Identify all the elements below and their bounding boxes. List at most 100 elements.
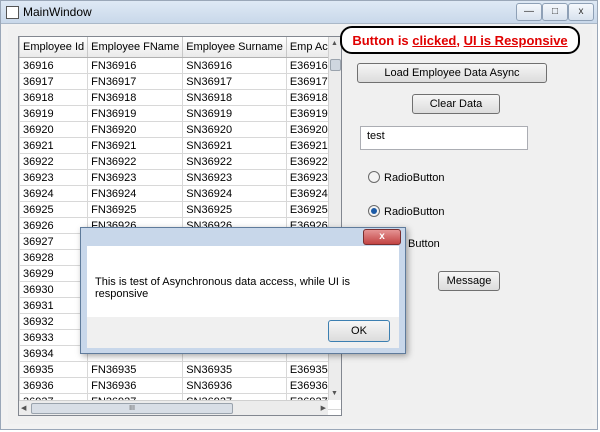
table-cell[interactable]: 36925	[19, 201, 89, 218]
banner-part-clicked: clicked	[412, 33, 457, 48]
table-cell[interactable]: 36920	[19, 121, 89, 138]
table-cell[interactable]: SN36936	[182, 377, 287, 394]
app-icon	[6, 6, 19, 19]
window-title: MainWindow	[23, 5, 92, 19]
table-cell[interactable]: FN36919	[87, 105, 184, 122]
table-row[interactable]: 36935 FN36935 SN36935 E36935	[19, 361, 341, 378]
scroll-right-icon[interactable]: ▶	[321, 404, 326, 412]
status-banner: Button is clicked, UI is Responsive	[340, 26, 580, 54]
table-cell[interactable]: FN36922	[87, 153, 184, 170]
table-cell[interactable]: 36919	[19, 105, 89, 122]
radio-option-3-label[interactable]: Button	[408, 238, 440, 250]
table-row[interactable]: 36924 FN36924 SN36924 E36924	[19, 185, 341, 202]
table-cell[interactable]: SN36919	[182, 105, 287, 122]
banner-part-3: ,	[456, 33, 464, 48]
table-cell[interactable]: SN36923	[182, 169, 287, 186]
horizontal-scrollbar[interactable]: ◀ III ▶	[19, 400, 328, 415]
message-dialog: x This is test of Asynchronous data acce…	[80, 227, 406, 354]
scroll-left-icon[interactable]: ◀	[21, 404, 26, 412]
column-header-employee-surname[interactable]: Employee Surname	[182, 37, 287, 58]
table-cell[interactable]: 36935	[19, 361, 89, 378]
table-cell[interactable]: FN36918	[87, 89, 184, 106]
maximize-button[interactable]: □	[542, 3, 568, 21]
table-cell[interactable]: FN36925	[87, 201, 184, 218]
text-input[interactable]: test	[360, 126, 528, 150]
radio-unchecked-icon	[368, 171, 380, 183]
table-cell[interactable]: 36934	[19, 345, 89, 362]
table-cell[interactable]: SN36925	[182, 201, 287, 218]
table-cell[interactable]: SN36916	[182, 57, 287, 74]
banner-part-1: Button is	[352, 33, 413, 48]
table-cell[interactable]: 36930	[19, 281, 89, 298]
table-cell[interactable]: 36929	[19, 265, 89, 282]
horizontal-scroll-thumb[interactable]: III	[31, 403, 233, 414]
table-cell[interactable]: 36918	[19, 89, 89, 106]
table-cell[interactable]: SN36924	[182, 185, 287, 202]
table-cell[interactable]: FN36924	[87, 185, 184, 202]
table-cell[interactable]: 36923	[19, 169, 89, 186]
close-button[interactable]: x	[568, 3, 594, 21]
table-row[interactable]: 36916 FN36916 SN36916 E36916	[19, 57, 341, 74]
table-cell[interactable]: SN36935	[182, 361, 287, 378]
table-cell[interactable]: SN36917	[182, 73, 287, 90]
table-cell[interactable]: 36931	[19, 297, 89, 314]
table-cell[interactable]: FN36936	[87, 377, 184, 394]
table-cell[interactable]: 36922	[19, 153, 89, 170]
column-header-employee-fname[interactable]: Employee FName	[87, 37, 184, 58]
scroll-up-icon[interactable]: ▲	[331, 40, 338, 47]
table-cell[interactable]: SN36920	[182, 121, 287, 138]
table-cell[interactable]: 36926	[19, 217, 89, 234]
table-row[interactable]: 36918 FN36918 SN36918 E36918	[19, 89, 341, 106]
radio-option-2-label: RadioButton	[384, 206, 445, 218]
radio-option-1-label: RadioButton	[384, 172, 445, 184]
clear-data-button[interactable]: Clear Data	[412, 94, 500, 114]
table-row[interactable]: 36923 FN36923 SN36923 E36923	[19, 169, 341, 186]
vertical-scroll-thumb[interactable]	[330, 59, 341, 71]
table-cell[interactable]: 36932	[19, 313, 89, 330]
load-employee-data-button[interactable]: Load Employee Data Async	[357, 63, 547, 83]
table-cell[interactable]: SN36922	[182, 153, 287, 170]
table-row[interactable]: 36936 FN36936 SN36936 E36936	[19, 377, 341, 394]
table-cell[interactable]: 36917	[19, 73, 89, 90]
table-cell[interactable]: FN36920	[87, 121, 184, 138]
table-cell[interactable]: 36933	[19, 329, 89, 346]
table-row[interactable]: 36921 FN36921 SN36921 E36921	[19, 137, 341, 154]
table-cell[interactable]: 36928	[19, 249, 89, 266]
table-cell[interactable]: FN36921	[87, 137, 184, 154]
main-window: MainWindow — □ x Employee Id Employee FN…	[0, 0, 598, 430]
dialog-footer: OK	[87, 317, 399, 348]
table-row[interactable]: 36925 FN36925 SN36925 E36925	[19, 201, 341, 218]
grid-table: Employee Id Employee FName Employee Surn…	[19, 37, 341, 410]
table-row[interactable]: 36922 FN36922 SN36922 E36922	[19, 153, 341, 170]
message-button[interactable]: Message	[438, 271, 500, 291]
dialog-body: This is test of Asynchronous data access…	[87, 246, 399, 317]
table-cell[interactable]: FN36917	[87, 73, 184, 90]
radio-option-1[interactable]: RadioButton	[368, 171, 445, 184]
table-row[interactable]: 36920 FN36920 SN36920 E36920	[19, 121, 341, 138]
radio-checked-icon	[368, 205, 380, 217]
table-cell[interactable]: FN36916	[87, 57, 184, 74]
dialog-close-button[interactable]: x	[363, 229, 401, 245]
table-cell[interactable]: SN36921	[182, 137, 287, 154]
table-cell[interactable]: FN36923	[87, 169, 184, 186]
client-area: Employee Id Employee FName Employee Surn…	[8, 26, 592, 424]
scroll-down-icon[interactable]: ▼	[331, 390, 338, 397]
table-cell[interactable]: FN36935	[87, 361, 184, 378]
column-header-employee-id[interactable]: Employee Id	[19, 37, 89, 58]
title-bar[interactable]: MainWindow — □ x	[1, 1, 597, 24]
table-cell[interactable]: 36927	[19, 233, 89, 250]
banner-text: Button is clicked, UI is Responsive	[342, 33, 578, 48]
employee-data-grid[interactable]: Employee Id Employee FName Employee Surn…	[18, 36, 342, 416]
dialog-message: This is test of Asynchronous data access…	[95, 276, 350, 300]
banner-part-responsive: UI is Responsive	[463, 33, 568, 48]
dialog-ok-button[interactable]: OK	[328, 320, 390, 342]
table-row[interactable]: 36919 FN36919 SN36919 E36919	[19, 105, 341, 122]
table-cell[interactable]: 36936	[19, 377, 89, 394]
table-cell[interactable]: 36921	[19, 137, 89, 154]
table-cell[interactable]: SN36918	[182, 89, 287, 106]
table-row[interactable]: 36917 FN36917 SN36917 E36917	[19, 73, 341, 90]
minimize-button[interactable]: —	[516, 3, 542, 21]
radio-option-2[interactable]: RadioButton	[368, 205, 445, 218]
table-cell[interactable]: 36924	[19, 185, 89, 202]
table-cell[interactable]: 36916	[19, 57, 89, 74]
